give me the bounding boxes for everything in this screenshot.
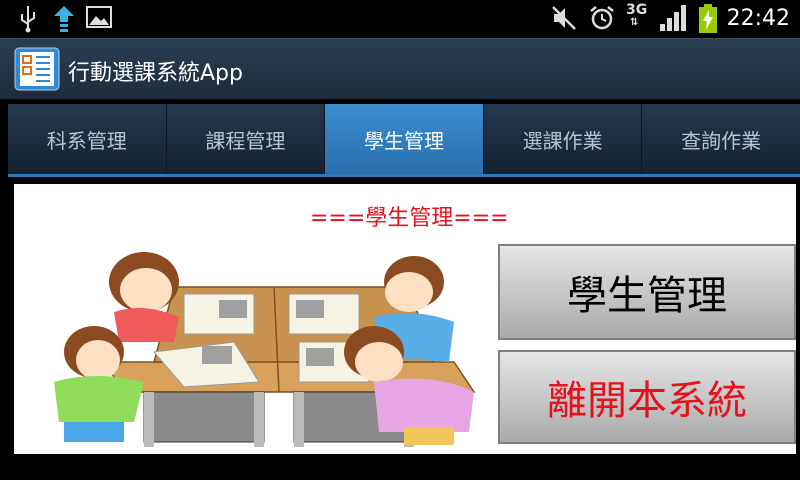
upload-icon xyxy=(54,6,74,32)
image-icon xyxy=(86,6,112,28)
tab-course-selection[interactable]: 選課作業 xyxy=(484,104,643,174)
tab-query[interactable]: 查詢作業 xyxy=(642,104,800,174)
students-illustration xyxy=(54,252,476,447)
student-management-button[interactable]: 學生管理 xyxy=(498,244,796,340)
battery-charging-icon xyxy=(699,4,717,33)
signal-icon xyxy=(660,5,686,31)
alarm-icon xyxy=(590,6,614,30)
app-icon[interactable] xyxy=(14,47,60,91)
status-bar: 3G ⇅ 22:42 xyxy=(0,0,800,38)
page-heading: ===學生管理=== xyxy=(310,206,509,231)
tab-course-management[interactable]: 課程管理 xyxy=(167,104,326,174)
tab-department-management[interactable]: 科系管理 xyxy=(8,104,167,174)
action-bar: 行動選課系統App xyxy=(0,38,800,99)
exit-system-button[interactable]: 離開本系統 xyxy=(498,350,796,444)
3g-icon: 3G ⇅ xyxy=(626,2,648,28)
status-time: 22:42 xyxy=(726,6,790,31)
tab-student-management[interactable]: 學生管理 xyxy=(325,104,484,174)
app-title: 行動選課系統App xyxy=(68,61,243,86)
mute-icon xyxy=(552,6,576,30)
usb-icon xyxy=(21,6,35,33)
tab-bar: 科系管理 課程管理 學生管理 選課作業 查詢作業 xyxy=(8,104,800,177)
